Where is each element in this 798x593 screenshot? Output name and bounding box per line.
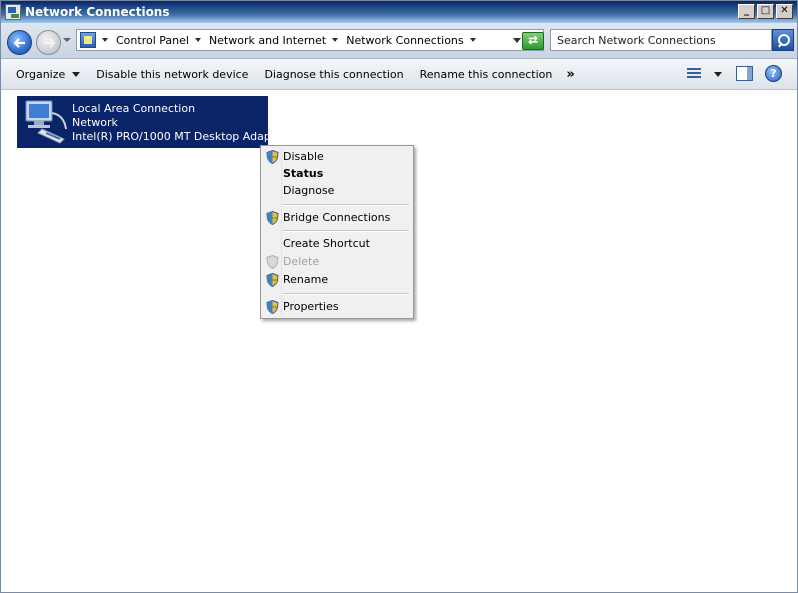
uac-shield-icon <box>266 273 279 287</box>
breadcrumb-network-and-internet[interactable]: Network and Internet <box>209 34 326 47</box>
recent-pages-dropdown-icon[interactable] <box>63 38 71 42</box>
organize-label: Organize <box>16 67 66 81</box>
chevron-down-icon[interactable] <box>194 38 201 42</box>
back-button[interactable] <box>7 30 32 55</box>
menu-item-properties-label: Properties <box>283 300 339 313</box>
menu-separator <box>283 204 409 206</box>
chevron-down-icon[interactable] <box>102 38 108 42</box>
change-view-icon[interactable] <box>685 66 703 82</box>
forward-button[interactable] <box>36 30 61 55</box>
help-icon[interactable]: ? <box>765 65 782 82</box>
uac-shield-icon <box>266 211 279 225</box>
window-title: Network Connections <box>25 5 170 19</box>
forward-arrow-icon <box>44 38 56 48</box>
menu-item-rename[interactable]: Rename <box>263 271 411 289</box>
title-bar[interactable]: Network Connections _ □ ✕ <box>1 1 797 23</box>
network-adapter-icon <box>25 100 67 144</box>
connection-name: Local Area Connection <box>72 102 196 115</box>
more-commands-button[interactable]: » <box>560 67 580 82</box>
address-toolbar: Control Panel Network and Internet Netwo… <box>1 23 797 59</box>
preview-pane-icon[interactable] <box>736 66 753 81</box>
connection-item-local-area-connection[interactable]: Local Area Connection Network Intel(R) P… <box>17 96 281 148</box>
menu-item-rename-label: Rename <box>283 273 329 286</box>
menu-separator <box>283 293 409 295</box>
diagnose-connection-button[interactable]: Diagnose this connection <box>256 68 411 81</box>
close-button[interactable]: ✕ <box>776 4 793 19</box>
menu-item-disable-label: Disable <box>283 150 324 163</box>
organize-button[interactable]: Organize <box>8 68 88 81</box>
menu-item-diagnose[interactable]: Diagnose <box>263 182 411 200</box>
menu-item-disable[interactable]: Disable <box>263 148 411 166</box>
menu-item-delete-label: Delete <box>283 255 320 268</box>
menu-item-delete: Delete <box>263 253 411 271</box>
back-arrow-icon <box>13 38 25 48</box>
uac-shield-icon <box>266 300 279 314</box>
disable-device-button[interactable]: Disable this network device <box>88 68 256 81</box>
connection-context-menu: Disable Status Diagnose Bridge Connectio… <box>260 145 414 319</box>
network-connections-app-icon <box>5 4 21 20</box>
address-field[interactable]: Control Panel Network and Internet Netwo… <box>76 29 544 51</box>
uac-shield-icon <box>266 150 279 164</box>
network-connections-window: Network Connections _ □ ✕ Control Panel … <box>0 0 798 593</box>
menu-item-bridge-label: Bridge Connections <box>283 211 391 224</box>
chevron-down-icon <box>72 72 81 77</box>
view-options-dropdown-icon[interactable] <box>714 72 722 77</box>
search-icon[interactable] <box>772 29 794 51</box>
breadcrumb-network-connections[interactable]: Network Connections <box>346 34 463 47</box>
minimize-button[interactable]: _ <box>738 4 755 19</box>
connection-details: Local Area Connection Network Intel(R) P… <box>72 102 281 144</box>
command-bar: Organize Disable this network device Dia… <box>1 59 797 90</box>
menu-item-create-shortcut[interactable]: Create Shortcut <box>263 235 411 253</box>
control-panel-icon <box>80 32 96 48</box>
refresh-button[interactable]: ⇄ <box>522 32 544 50</box>
address-history-dropdown-icon[interactable] <box>513 38 521 43</box>
menu-item-properties[interactable]: Properties <box>263 298 411 316</box>
rename-connection-button[interactable]: Rename this connection <box>412 68 561 81</box>
menu-item-status[interactable]: Status <box>263 165 411 183</box>
uac-shield-icon <box>266 255 279 269</box>
window-controls: _ □ ✕ <box>738 4 793 19</box>
connection-network: Network <box>72 116 118 129</box>
search-input[interactable]: Search Network Connections <box>550 29 772 51</box>
maximize-button[interactable]: □ <box>757 4 774 19</box>
connection-adapter: Intel(R) PRO/1000 MT Desktop Adap... <box>72 130 282 143</box>
chevron-down-icon[interactable] <box>469 38 476 42</box>
menu-separator <box>283 230 409 232</box>
breadcrumb-control-panel[interactable]: Control Panel <box>116 34 189 47</box>
chevron-down-icon[interactable] <box>332 38 339 42</box>
menu-item-bridge-connections[interactable]: Bridge Connections <box>263 209 411 227</box>
